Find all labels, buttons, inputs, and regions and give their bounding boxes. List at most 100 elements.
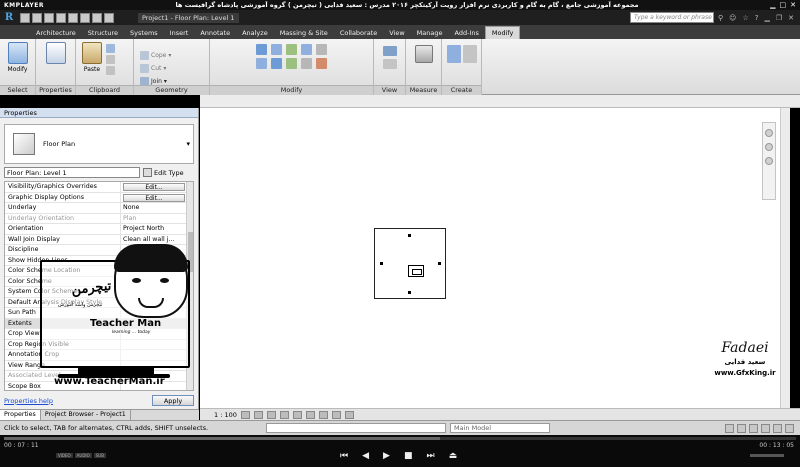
application-menu-button[interactable]: R xyxy=(0,11,18,25)
workset-dropdown[interactable] xyxy=(266,423,446,433)
create-parts-icon[interactable] xyxy=(462,45,477,63)
stop-icon[interactable]: ■ xyxy=(404,451,413,461)
hide-icon[interactable] xyxy=(382,46,397,56)
text-icon[interactable] xyxy=(92,12,102,23)
undo-icon[interactable] xyxy=(44,12,54,23)
copy-element-icon[interactable] xyxy=(315,44,327,55)
dimension-icon[interactable] xyxy=(414,45,433,63)
badge[interactable]: VIDEO xyxy=(56,453,73,458)
trim-icon[interactable] xyxy=(270,58,282,69)
crop-view-icon[interactable] xyxy=(292,410,302,419)
3d-view-icon[interactable] xyxy=(104,12,114,23)
tab-modify[interactable]: Modify xyxy=(484,26,521,39)
reveal-hidden-icon[interactable] xyxy=(344,410,354,419)
tab-properties[interactable]: Properties xyxy=(0,410,41,420)
crop-region[interactable] xyxy=(374,228,446,299)
star-icon[interactable]: ☆ xyxy=(742,14,748,22)
elevation-marker[interactable] xyxy=(380,262,383,265)
volume-slider[interactable] xyxy=(750,454,784,457)
elevation-marker[interactable] xyxy=(408,234,411,237)
modify-button[interactable]: Modify xyxy=(6,42,30,73)
binoculars-icon[interactable]: ⚲ xyxy=(718,14,723,22)
override-icon[interactable] xyxy=(382,59,397,69)
badge[interactable]: AUDIO xyxy=(74,453,92,458)
play-icon[interactable]: ▶ xyxy=(383,451,390,461)
steering-wheel-icon[interactable] xyxy=(765,129,773,137)
seek-bar[interactable] xyxy=(4,437,796,440)
align-icon[interactable] xyxy=(255,44,267,55)
elevation-symbol[interactable] xyxy=(408,265,424,277)
maximize-icon[interactable]: □ xyxy=(780,1,787,9)
panel-label-select[interactable]: Select xyxy=(0,85,35,95)
rotate-icon[interactable] xyxy=(255,58,267,69)
view-scale[interactable]: 1 : 100 xyxy=(214,411,237,419)
paste-button[interactable]: Paste xyxy=(80,42,104,73)
eject-icon[interactable]: ⏏ xyxy=(449,451,458,461)
type-selector[interactable]: Floor Plan ▾ xyxy=(4,124,194,164)
elevation-marker[interactable] xyxy=(438,262,441,265)
close-icon[interactable]: ✕ xyxy=(788,14,794,22)
create-assembly-icon[interactable] xyxy=(446,45,461,63)
detail-level-icon[interactable] xyxy=(240,410,250,419)
cope-button[interactable]: Cope ▾ xyxy=(140,51,171,61)
instance-filter-dropdown[interactable]: Floor Plan: Level 1 xyxy=(4,167,140,178)
properties-button[interactable] xyxy=(44,42,68,64)
table-row[interactable]: Visibility/Graphics Overrides Edit... xyxy=(5,182,193,193)
rewind-icon[interactable]: ◀ xyxy=(362,451,369,461)
tab-systems[interactable]: Systems xyxy=(124,27,164,39)
elevation-marker[interactable] xyxy=(408,291,411,294)
select-pinned-icon[interactable] xyxy=(749,423,758,433)
edit-button[interactable]: Edit... xyxy=(123,183,185,191)
cut-icon[interactable] xyxy=(106,55,115,64)
edit-type-button[interactable]: Edit Type xyxy=(143,168,184,177)
select-underlay-icon[interactable] xyxy=(737,423,746,433)
select-links-icon[interactable] xyxy=(725,423,734,433)
next-icon[interactable]: ⏭ xyxy=(426,451,434,461)
tab-analyze[interactable]: Analyze xyxy=(236,27,274,39)
search-input[interactable]: Type a keyword or phrase xyxy=(630,12,714,23)
match-icon[interactable] xyxy=(106,66,115,75)
tab-structure[interactable]: Structure xyxy=(82,27,124,39)
visual-style-icon[interactable] xyxy=(253,410,263,419)
tab-add-ins[interactable]: Add-Ins xyxy=(449,27,485,39)
drag-elements-icon[interactable] xyxy=(773,423,782,433)
close-icon[interactable]: ✕ xyxy=(790,1,796,9)
mirror-icon[interactable] xyxy=(285,44,297,55)
badge[interactable]: SUB xyxy=(93,453,106,458)
move-icon[interactable] xyxy=(300,44,312,55)
lock-icon[interactable] xyxy=(318,410,328,419)
edit-button[interactable]: Edit... xyxy=(123,193,185,202)
select-by-face-icon[interactable] xyxy=(761,423,770,433)
cut-geometry-button[interactable]: Cut ▾ xyxy=(140,64,166,74)
show-crop-icon[interactable] xyxy=(305,410,315,419)
minimize-icon[interactable]: ▁ xyxy=(764,14,769,22)
tab-project-browser[interactable]: Project Browser - Project1 xyxy=(41,410,131,420)
table-row[interactable]: Graphic Display Options Edit... xyxy=(5,192,193,203)
open-icon[interactable] xyxy=(20,12,30,23)
user-icon[interactable]: ☺ xyxy=(729,14,736,22)
tab-view[interactable]: View xyxy=(383,27,410,39)
help-icon[interactable]: ? xyxy=(755,14,759,22)
split-icon[interactable] xyxy=(285,58,297,69)
hide-isolate-icon[interactable] xyxy=(331,410,341,419)
tab-manage[interactable]: Manage xyxy=(411,27,449,39)
scale-icon[interactable] xyxy=(315,58,327,69)
minimize-icon[interactable]: ▁ xyxy=(770,1,775,9)
restore-icon[interactable]: ❐ xyxy=(776,14,782,22)
previous-icon[interactable]: ⏮ xyxy=(340,451,348,461)
tab-massing-site[interactable]: Massing & Site xyxy=(274,27,334,39)
pan-icon[interactable] xyxy=(765,157,773,165)
print-icon[interactable] xyxy=(68,12,78,23)
tab-architecture[interactable]: Architecture xyxy=(30,27,82,39)
measure-icon[interactable] xyxy=(80,12,90,23)
tab-insert[interactable]: Insert xyxy=(164,27,195,39)
zoom-icon[interactable] xyxy=(765,143,773,151)
copy-icon[interactable] xyxy=(106,44,115,53)
table-row[interactable]: Orientation Project North xyxy=(5,224,193,235)
shadows-icon[interactable] xyxy=(279,410,289,419)
sun-path-icon[interactable] xyxy=(266,410,276,419)
tab-annotate[interactable]: Annotate xyxy=(194,27,236,39)
filter-icon[interactable] xyxy=(785,423,794,433)
table-row[interactable]: Underlay None xyxy=(5,203,193,214)
tab-collaborate[interactable]: Collaborate xyxy=(334,27,383,39)
